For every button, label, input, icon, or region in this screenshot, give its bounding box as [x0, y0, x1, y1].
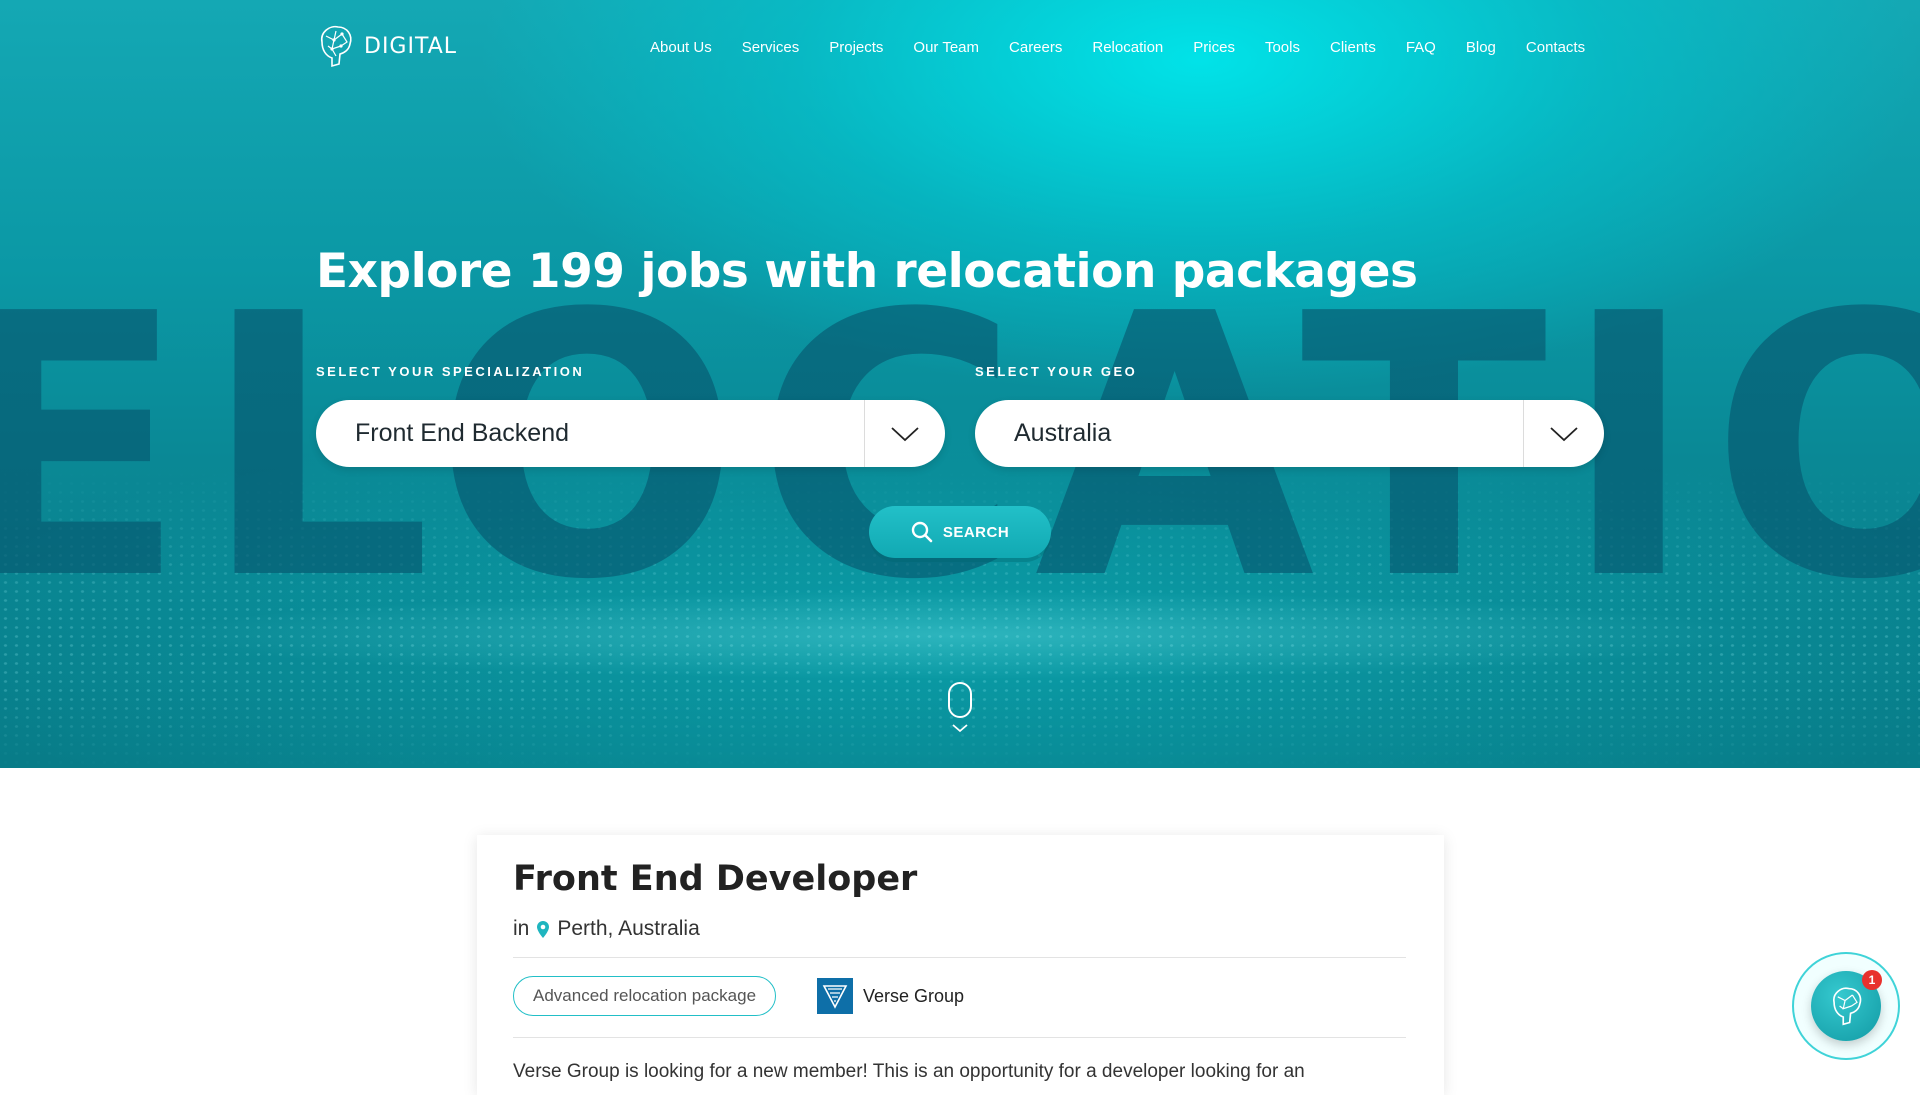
company-info[interactable]: Verse Group [817, 978, 964, 1014]
search-button-label: SEARCH [942, 523, 1010, 541]
job-card[interactable]: Front End Developer in Perth, Australia … [477, 835, 1444, 1095]
nav-projects[interactable]: Projects [829, 39, 883, 56]
map-pin-icon [537, 920, 550, 938]
card-divider [513, 1037, 1406, 1038]
notification-badge: 1 [1862, 970, 1882, 990]
specialization-value: Front End Backend [355, 419, 570, 447]
search-icon [911, 521, 933, 543]
brain-logo-icon [320, 25, 352, 68]
specialization-label: SELECT YOUR SPECIALIZATION [316, 364, 585, 379]
relocation-tag[interactable]: Advanced relocation package [513, 976, 777, 1016]
nav-tools[interactable]: Tools [1265, 39, 1300, 56]
job-location-text: Perth, Australia [557, 917, 700, 940]
chat-widget-button[interactable]: 1 [1792, 952, 1900, 1060]
scroll-down-icon[interactable] [947, 681, 973, 737]
nav-careers[interactable]: Careers [1009, 39, 1062, 56]
nav-our-team[interactable]: Our Team [913, 39, 979, 56]
nav-faq[interactable]: FAQ [1406, 39, 1436, 56]
nav-prices[interactable]: Prices [1193, 39, 1235, 56]
hero-section: ELOCATIO DIGITAL About Us Services Proje… [0, 0, 1920, 768]
geo-value: Australia [1014, 419, 1112, 447]
job-title[interactable]: Front End Developer [513, 859, 917, 899]
site-logo[interactable]: DIGITAL [314, 22, 457, 70]
verse-group-logo-icon [817, 978, 853, 1014]
job-location: in Perth, Australia [513, 917, 700, 941]
nav-blog[interactable]: Blog [1466, 39, 1496, 56]
hero-background-word: ELOCATIO [0, 238, 1920, 659]
nav-contacts[interactable]: Contacts [1526, 39, 1585, 56]
logo-text: DIGITAL [364, 33, 458, 59]
chevron-down-icon[interactable] [865, 400, 945, 467]
specialization-select[interactable]: Front End Backend [316, 400, 945, 467]
geo-label: SELECT YOUR GEO [975, 364, 1138, 379]
nav-relocation[interactable]: Relocation [1092, 39, 1163, 56]
nav-services[interactable]: Services [742, 39, 800, 56]
geo-select[interactable]: Australia [975, 400, 1604, 467]
chevron-down-icon[interactable] [1524, 400, 1604, 467]
search-button[interactable]: SEARCH [869, 506, 1051, 558]
nav-clients[interactable]: Clients [1330, 39, 1376, 56]
card-divider [513, 957, 1406, 958]
company-name: Verse Group [863, 985, 965, 1006]
main-nav: About Us Services Projects Our Team Care… [650, 39, 1585, 56]
job-location-prefix: in [513, 917, 530, 940]
page-headline: Explore 199 jobs with relocation package… [316, 244, 1418, 299]
nav-about-us[interactable]: About Us [650, 39, 712, 56]
